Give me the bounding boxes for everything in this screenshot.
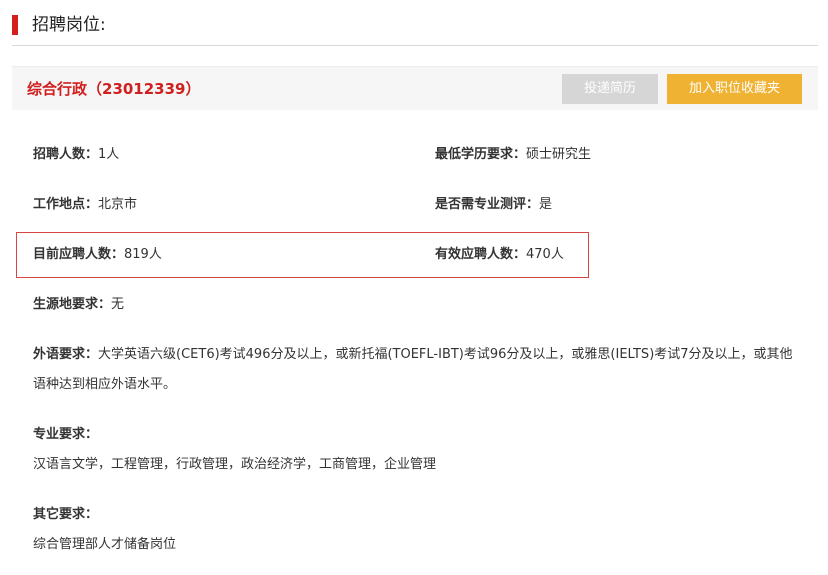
other-label: 其它要求： [33,507,99,522]
job-header: 综合行政（23012339） 投递简历 加入职位收藏夹 [12,66,818,110]
language-label: 外语要求： [33,347,99,362]
field-value: 是 [539,197,553,212]
field-label: 是否需专业测评： [435,197,540,212]
field-assessment: 是否需专业测评：是 [435,196,552,214]
field-label: 招聘人数： [33,147,99,162]
field-value: 470人 [526,247,564,262]
field-origin: 生源地要求：无 [33,296,124,314]
field-education: 最低学历要求：硕士研究生 [435,146,591,164]
language-requirement: 外语要求：大学英语六级(CET6)考试496分及以上，或新托福(TOEFL-IB… [33,340,803,400]
add-to-favorites-button[interactable]: 加入职位收藏夹 [667,74,802,104]
section-title: 招聘岗位: [32,15,106,35]
field-label: 有效应聘人数： [435,247,527,262]
field-value: 硕士研究生 [526,147,592,162]
language-text: 大学英语六级(CET6)考试496分及以上，或新托福(TOEFL-IBT)考试9… [33,347,793,392]
section-header: 招聘岗位: [12,12,818,46]
field-valid-applicants: 有效应聘人数：470人 [435,246,564,264]
field-current-applicants: 目前应聘人数：819人 [33,246,162,264]
major-text: 汉语言文学，工程管理，行政管理，政治经济学，工商管理，企业管理 [33,457,437,472]
field-value: 无 [111,297,125,312]
job-title: 综合行政（23012339） [27,80,201,98]
field-label: 目前应聘人数： [33,247,125,262]
field-label: 工作地点： [33,197,99,212]
field-label: 生源地要求： [33,297,112,312]
field-value: 北京市 [98,197,138,212]
field-label: 最低学历要求： [435,147,527,162]
other-text: 综合管理部人才储备岗位 [33,537,177,552]
field-value: 1人 [98,147,120,162]
section-accent-bar [12,15,18,35]
apply-resume-button[interactable]: 投递简历 [562,74,658,104]
field-location: 工作地点：北京市 [33,196,137,214]
field-headcount: 招聘人数：1人 [33,146,119,164]
field-value: 819人 [124,247,162,262]
major-label: 专业要求： [33,427,99,442]
